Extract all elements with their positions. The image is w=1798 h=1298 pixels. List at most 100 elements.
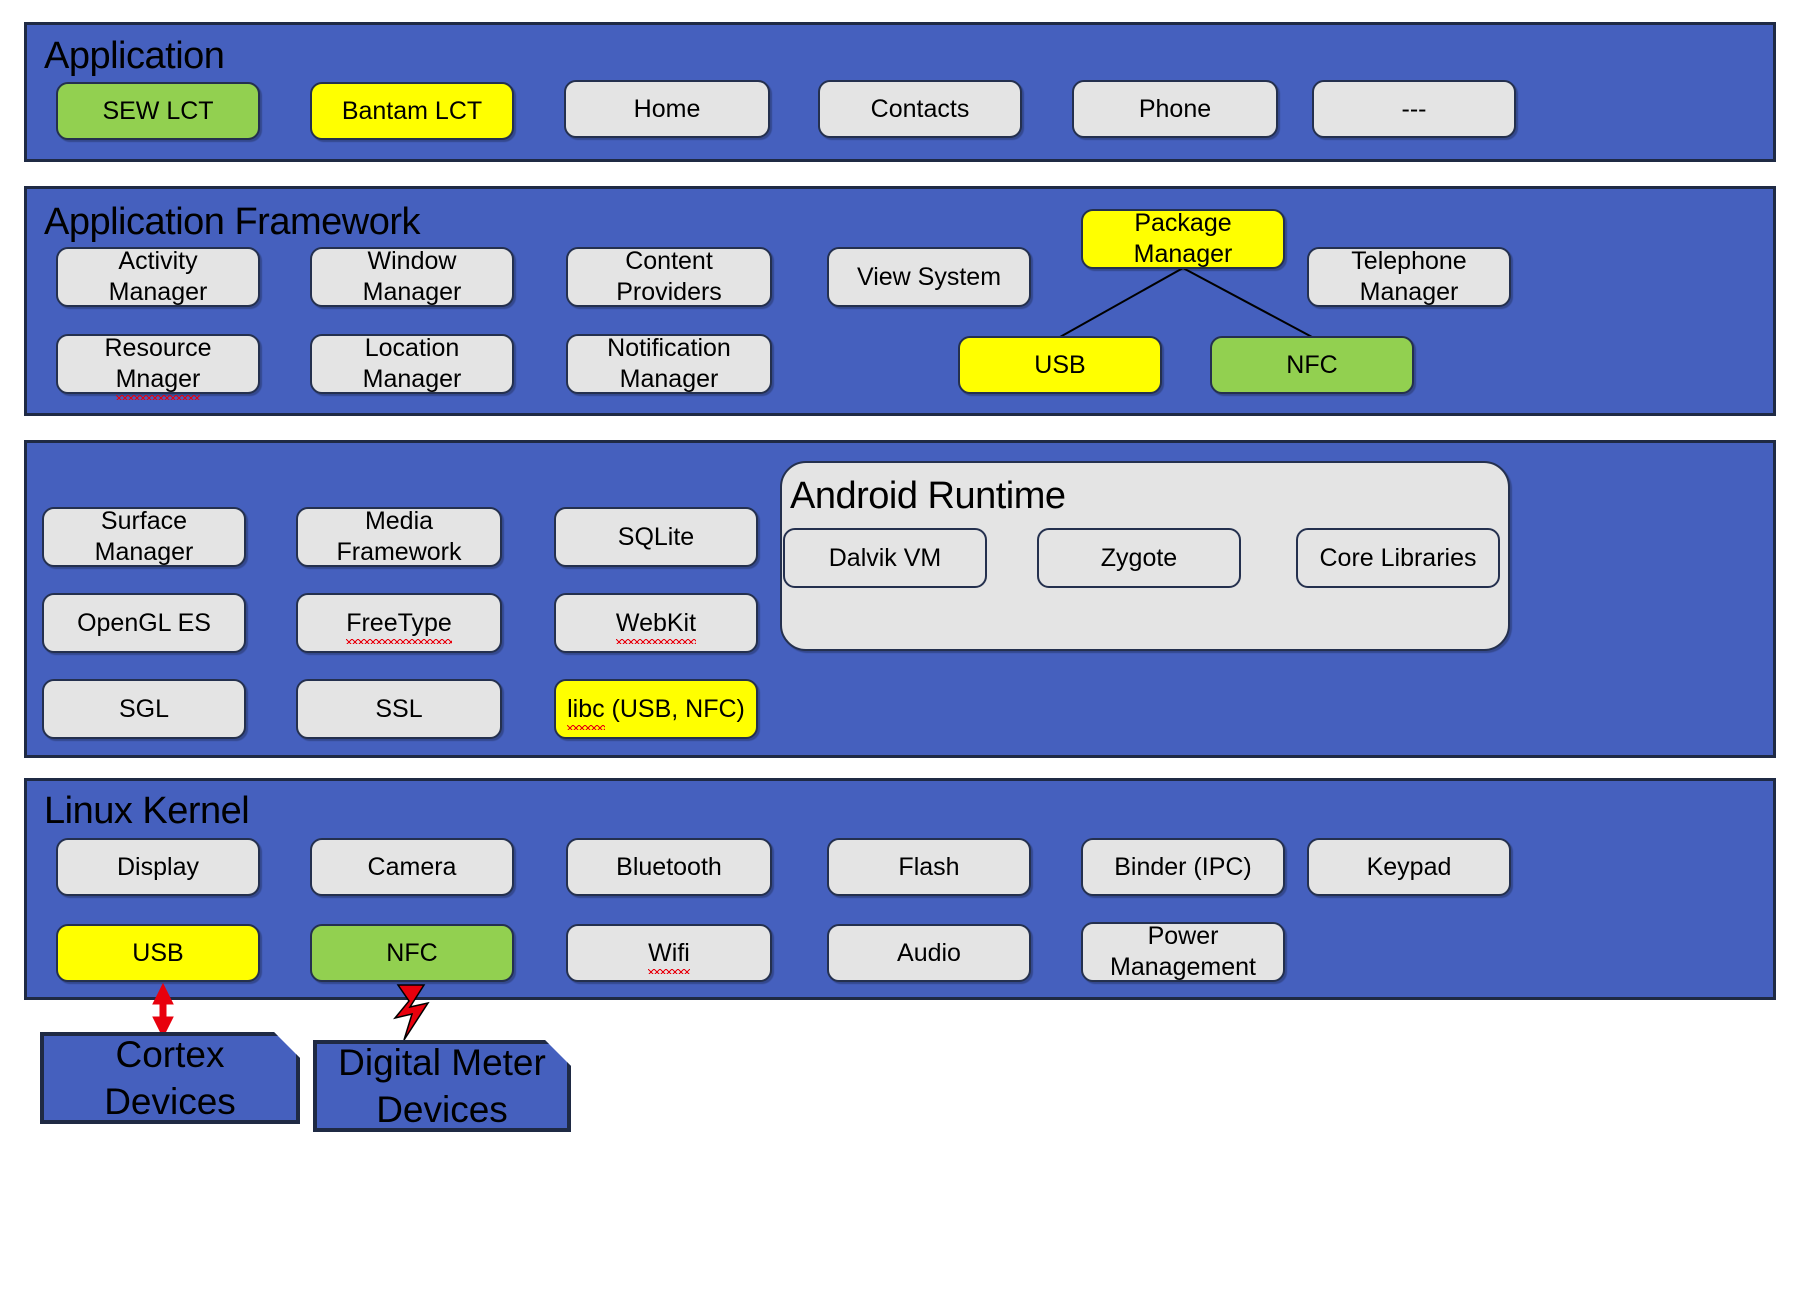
layer-application-framework-title: Application Framework — [44, 201, 420, 243]
fw-node-usb-label: USB — [1034, 350, 1086, 379]
fw-node-telephone-manager-line2: Manager — [1359, 278, 1459, 306]
fw-node-activity-manager[interactable]: Activity Manager — [56, 247, 260, 307]
kernel-node-flash[interactable]: Flash — [827, 838, 1031, 896]
lib-node-media-framework-line2: Framework — [336, 538, 462, 566]
kernel-node-keypad[interactable]: Keypad — [1307, 838, 1511, 896]
runtime-node-core-libraries-label: Core Libraries — [1319, 543, 1477, 572]
runtime-node-core-libraries[interactable]: Core Libraries — [1296, 528, 1500, 588]
app-node-contacts[interactable]: Contacts — [818, 80, 1022, 138]
fw-node-view-system[interactable]: View System — [827, 247, 1031, 307]
lib-node-ssl[interactable]: SSL — [296, 679, 502, 739]
fw-node-content-providers[interactable]: Content Providers — [566, 247, 772, 307]
app-node-sew-lct-label: SEW LCT — [102, 96, 214, 125]
kernel-node-usb-label: USB — [132, 938, 184, 967]
kernel-node-display-label: Display — [117, 852, 199, 881]
fw-node-resource-manager-line2: Mnager — [115, 365, 201, 400]
lib-node-webkit[interactable]: WebKit — [554, 593, 758, 653]
fw-node-resource-manager[interactable]: Resource Mnager — [56, 334, 260, 400]
lib-node-libc-rest: (USB, NFC) — [604, 694, 745, 723]
lib-node-ssl-label: SSL — [375, 694, 423, 723]
runtime-node-dalvik-vm[interactable]: Dalvik VM — [783, 528, 987, 588]
app-node-phone-label: Phone — [1138, 94, 1212, 123]
fw-node-package-manager-line2: Manager — [1133, 240, 1233, 268]
fw-node-telephone-manager[interactable]: Telephone Manager — [1307, 247, 1511, 307]
android-runtime-title: Android Runtime — [790, 475, 1066, 517]
lib-node-sqlite[interactable]: SQLite — [554, 507, 758, 567]
app-node-sew-lct[interactable]: SEW LCT — [56, 82, 260, 140]
app-node-more[interactable]: --- — [1312, 80, 1516, 138]
lib-node-sqlite-label: SQLite — [617, 522, 695, 551]
fw-node-location-manager[interactable]: Location Manager — [310, 334, 514, 394]
fw-node-location-manager-line2: Manager — [362, 365, 462, 393]
fw-node-window-manager-line1: Window — [367, 247, 457, 275]
device-box-cortex-devices-line2: Devices — [104, 1081, 236, 1122]
kernel-node-camera-label: Camera — [367, 852, 457, 881]
lib-node-libc-name: libc — [567, 694, 605, 730]
lib-node-surface-manager[interactable]: Surface Manager — [42, 507, 246, 567]
kernel-node-wifi-label: Wifi — [648, 938, 690, 974]
device-box-digital-meter-devices-line2: Devices — [376, 1089, 508, 1130]
device-box-digital-meter-devices-line1: Digital Meter — [338, 1042, 546, 1083]
lib-node-media-framework-line1: Media — [364, 507, 434, 535]
diagram-canvas: Application SEW LCT Bantam LCT Home Cont… — [0, 0, 1798, 1298]
lib-node-media-framework[interactable]: Media Framework — [296, 507, 502, 567]
kernel-node-usb[interactable]: USB — [56, 924, 260, 982]
app-node-more-label: --- — [1401, 94, 1427, 123]
fw-node-notification-manager[interactable]: Notification Manager — [566, 334, 772, 394]
layer-linux-kernel-title: Linux Kernel — [44, 790, 250, 832]
kernel-node-keypad-label: Keypad — [1366, 852, 1452, 881]
lib-node-opengl-es-label: OpenGL ES — [77, 608, 211, 637]
fw-node-nfc-label: NFC — [1286, 350, 1338, 379]
fw-node-activity-manager-line1: Activity — [118, 247, 198, 275]
fw-node-package-manager-line1: Package — [1134, 209, 1232, 237]
runtime-node-dalvik-vm-label: Dalvik VM — [828, 543, 942, 572]
layer-application-title: Application — [44, 35, 225, 77]
kernel-node-camera[interactable]: Camera — [310, 838, 514, 896]
fw-node-window-manager[interactable]: Window Manager — [310, 247, 514, 307]
kernel-node-audio-label: Audio — [897, 938, 961, 967]
lib-node-freetype-label: FreeType — [346, 608, 452, 644]
kernel-node-power-management-line1: Power — [1147, 922, 1219, 950]
kernel-node-binder-ipc-label: Binder (IPC) — [1114, 852, 1252, 881]
lib-node-freetype[interactable]: FreeType — [296, 593, 502, 653]
device-box-cortex-devices-line1: Cortex — [115, 1034, 225, 1075]
lib-node-webkit-label: WebKit — [615, 608, 697, 644]
fw-node-resource-manager-line1: Resource — [104, 334, 212, 362]
lib-node-sgl[interactable]: SGL — [42, 679, 246, 739]
fw-node-window-manager-line2: Manager — [362, 278, 462, 306]
fw-node-nfc[interactable]: NFC — [1210, 336, 1414, 394]
fw-node-location-manager-line1: Location — [364, 334, 460, 362]
fw-node-notification-manager-line1: Notification — [607, 334, 731, 362]
fw-node-content-providers-line2: Providers — [616, 278, 722, 306]
fw-node-package-manager[interactable]: Package Manager — [1081, 209, 1285, 269]
fw-node-notification-manager-line2: Manager — [619, 365, 719, 393]
kernel-node-flash-label: Flash — [898, 852, 960, 881]
lib-node-sgl-label: SGL — [118, 694, 170, 723]
kernel-node-bluetooth[interactable]: Bluetooth — [566, 838, 772, 896]
kernel-node-power-management[interactable]: Power Management — [1081, 922, 1285, 982]
fw-node-telephone-manager-line1: Telephone — [1351, 247, 1467, 275]
fw-node-activity-manager-line2: Manager — [108, 278, 208, 306]
lib-node-opengl-es[interactable]: OpenGL ES — [42, 593, 246, 653]
app-node-home-label: Home — [633, 94, 701, 123]
app-node-bantam-lct[interactable]: Bantam LCT — [310, 82, 514, 140]
runtime-node-zygote[interactable]: Zygote — [1037, 528, 1241, 588]
kernel-node-wifi[interactable]: Wifi — [566, 924, 772, 982]
app-node-phone[interactable]: Phone — [1072, 80, 1278, 138]
kernel-node-power-management-line2: Management — [1110, 953, 1256, 981]
lib-node-surface-manager-line1: Surface — [100, 507, 188, 535]
app-node-bantam-lct-label: Bantam LCT — [341, 96, 483, 125]
fw-node-view-system-label: View System — [856, 262, 1002, 291]
kernel-node-audio[interactable]: Audio — [827, 924, 1031, 982]
runtime-node-zygote-label: Zygote — [1100, 543, 1178, 572]
kernel-node-nfc[interactable]: NFC — [310, 924, 514, 982]
device-box-cortex-devices[interactable]: Cortex Devices — [40, 1032, 300, 1124]
device-box-digital-meter-devices[interactable]: Digital Meter Devices — [313, 1040, 571, 1132]
lib-node-libc[interactable]: libc (USB, NFC) — [554, 679, 758, 739]
kernel-node-nfc-label: NFC — [386, 938, 438, 967]
fw-node-usb[interactable]: USB — [958, 336, 1162, 394]
kernel-node-display[interactable]: Display — [56, 838, 260, 896]
app-node-contacts-label: Contacts — [870, 94, 970, 123]
kernel-node-binder-ipc[interactable]: Binder (IPC) — [1081, 838, 1285, 896]
app-node-home[interactable]: Home — [564, 80, 770, 138]
